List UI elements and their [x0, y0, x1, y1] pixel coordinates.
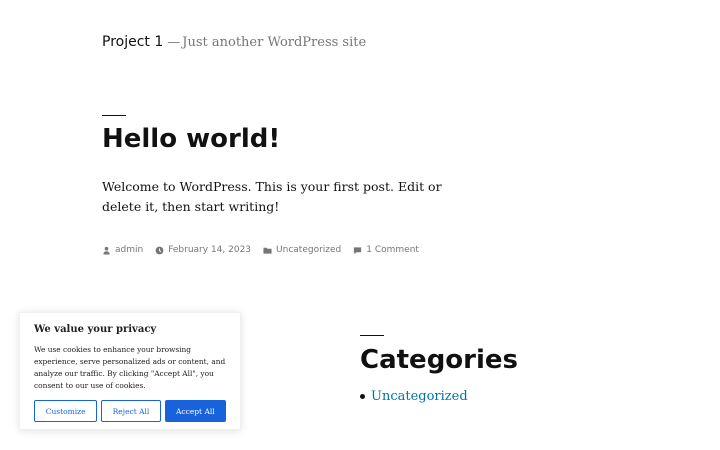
cookie-description: We use cookies to enhance your browsing …: [34, 345, 226, 390]
post-comments-link[interactable]: 1 Comment: [366, 245, 419, 255]
post-category: Uncategorized: [263, 245, 341, 255]
post-content: Welcome to WordPress. This is your first…: [102, 179, 442, 214]
post-title-link[interactable]: Hello world!: [102, 124, 280, 154]
accept-all-button[interactable]: Accept All: [164, 400, 226, 422]
post-meta: admin February 14, 2023 Uncategorized 1 …: [102, 245, 431, 255]
site-header: Project 1 — Just another WordPress site: [102, 31, 366, 50]
bullet-icon: [360, 394, 365, 399]
post-category-link[interactable]: Uncategorized: [276, 245, 341, 255]
post-comments: 1 Comment: [353, 245, 419, 255]
widget-title-divider: [360, 335, 384, 336]
clock-icon: [155, 246, 164, 254]
customize-button[interactable]: Customize: [34, 400, 98, 422]
site-title-link[interactable]: Project 1: [102, 34, 163, 50]
cookie-consent-banner: We value your privacy We use cookies to …: [19, 312, 241, 430]
post-title-divider: [102, 115, 126, 116]
post-date: February 14, 2023: [155, 245, 251, 255]
person-icon: [103, 246, 110, 255]
comment-icon: [354, 246, 362, 254]
folder-icon: [263, 247, 272, 254]
site-title-separator: —: [167, 35, 181, 50]
reject-all-button[interactable]: Reject All: [101, 400, 161, 422]
list-item: Uncategorized: [360, 389, 468, 404]
cookie-title: We value your privacy: [34, 324, 157, 335]
category-link[interactable]: Uncategorized: [371, 389, 468, 404]
category-list: Uncategorized: [360, 389, 468, 404]
post-author-link[interactable]: admin: [115, 245, 143, 255]
widget-title: Categories: [360, 345, 519, 375]
site-description: Just another WordPress site: [182, 35, 367, 50]
cookie-button-group: Customize Reject All Accept All: [34, 400, 226, 422]
post-date-link[interactable]: February 14, 2023: [168, 245, 251, 255]
post-author: admin: [102, 245, 143, 255]
